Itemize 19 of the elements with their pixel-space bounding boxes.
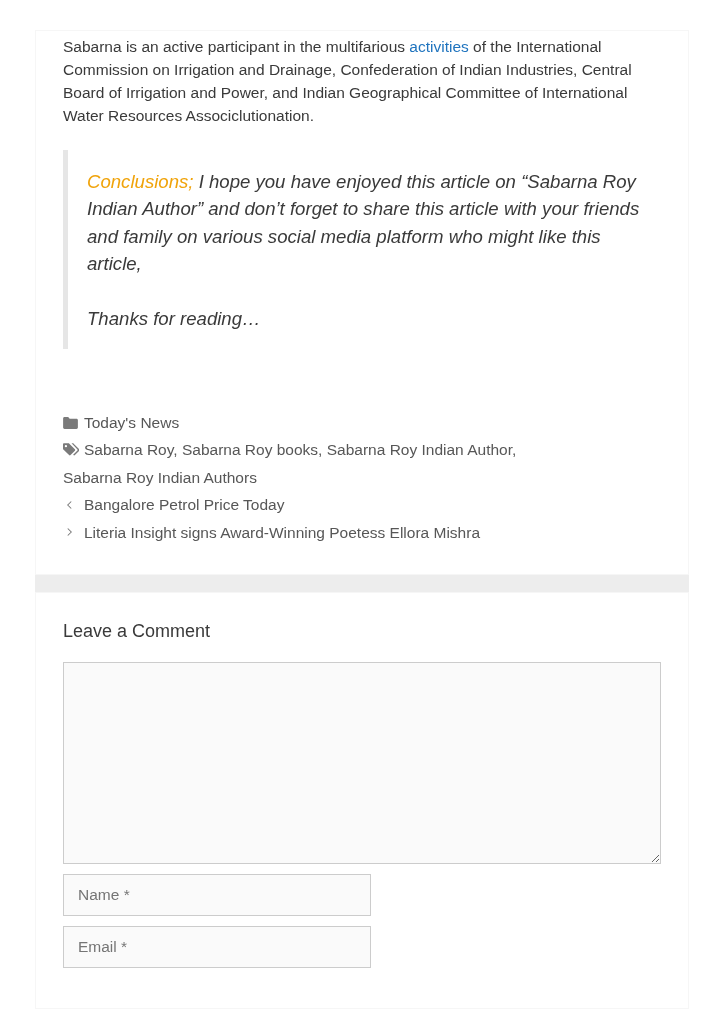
tag-link[interactable]: Sabarna Roy Indian Authors: [63, 468, 257, 486]
category-link[interactable]: Today's News: [84, 409, 180, 437]
comment-input-field[interactable]: Email *: [63, 926, 371, 969]
comments-heading: Leave a Comment: [63, 620, 212, 644]
chevron-left-icon: [66, 499, 73, 510]
tags-icon: [63, 443, 79, 457]
chevron-right-icon: [66, 527, 73, 538]
comment-input-field[interactable]: Name *: [63, 874, 371, 917]
tag-link[interactable]: Sabarna Roy books,: [181, 441, 323, 459]
inline-link[interactable]: activities: [409, 38, 469, 55]
tag-link[interactable]: Sabarna Roy Indian Author,: [326, 441, 517, 459]
quote-closing: Thanks for reading…: [87, 306, 262, 331]
next-post-link[interactable]: Literia Insight signs Award-Winning Poetess Ellora Mishra: [84, 518, 480, 547]
previous-post-link[interactable]: Bangalore Petrol Price Today: [84, 491, 285, 519]
tag-link[interactable]: Sabarna Roy,: [84, 441, 178, 459]
comment-textarea[interactable]: [63, 662, 661, 865]
body-paragraph: Sabarna is an active participant in the multifarious activities of the International Commission on Irrigation and Drainage, Confederation of Indian Industries, Central Board of Irrigation and Power, and Indian Geographical Committee of International Water Resources Associclutionation.: [63, 37, 633, 126]
folder-icon: [63, 416, 78, 429]
quote-paragraph: Conclusions; I hope you have enjoyed this article on “Sabarna Roy Indian Author” and don’t forget to share this article with your friends and family on various social media platform who might like this article,: [87, 170, 641, 277]
